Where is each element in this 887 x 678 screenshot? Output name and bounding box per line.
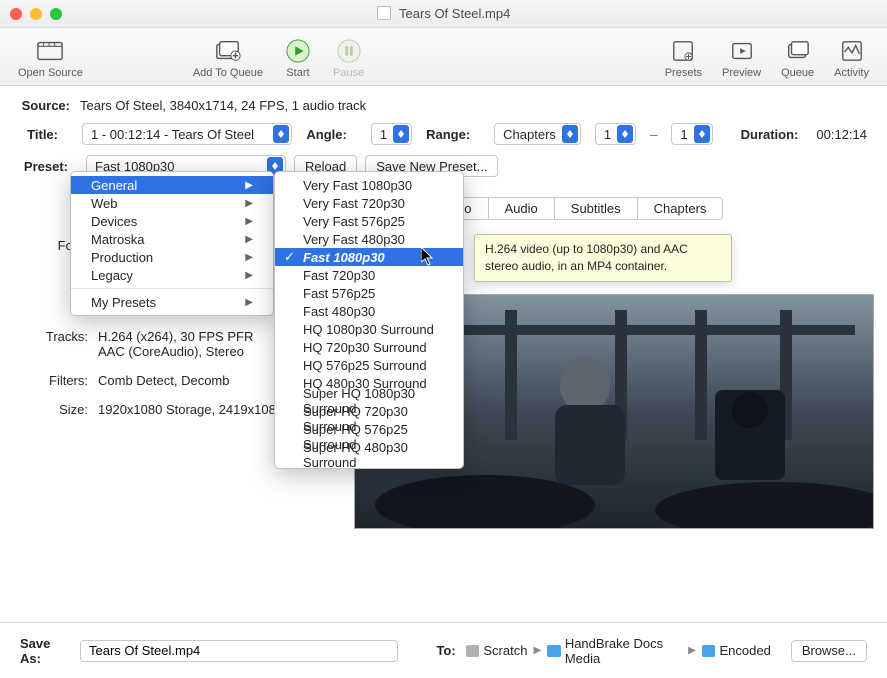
pause-icon <box>334 37 364 65</box>
preset-item[interactable]: Fast 576p25 <box>275 284 463 302</box>
preview-icon <box>727 37 757 65</box>
title-label: Title: <box>20 127 58 142</box>
presets-button[interactable]: Presets <box>655 33 712 81</box>
activity-icon <box>837 37 867 65</box>
destination-path[interactable]: Scratch ▶ HandBrake Docs Media ▶ Encoded <box>466 636 771 666</box>
to-label: To: <box>436 643 455 658</box>
source-label: Source: <box>20 98 70 113</box>
preset-item[interactable]: Very Fast 576p25 <box>275 212 463 230</box>
updown-icon <box>694 125 710 143</box>
angle-label: Angle: <box>306 127 346 142</box>
updown-icon <box>393 125 409 143</box>
chevron-right-icon: ▶ <box>688 645 696 656</box>
preset-item[interactable]: HQ 1080p30 Surround <box>275 320 463 338</box>
tracks-line1: H.264 (x264), 30 FPS PFR <box>98 329 253 344</box>
preset-submenu[interactable]: Very Fast 1080p30 Very Fast 720p30 Very … <box>274 171 464 469</box>
filters-label: Filters: <box>28 373 88 388</box>
preview-button[interactable]: Preview <box>712 33 771 81</box>
menu-item-general[interactable]: General▶ <box>71 176 273 194</box>
preset-tooltip: H.264 video (up to 1080p30) and AAC ster… <box>474 234 732 282</box>
preset-item[interactable]: Very Fast 1080p30 <box>275 176 463 194</box>
saveas-input[interactable] <box>80 640 398 662</box>
toolbar: Open Source Add To Queue Start Pause Pre… <box>0 28 887 86</box>
range-from-select[interactable]: 1 <box>595 123 636 145</box>
menu-item-my-presets[interactable]: My Presets▶ <box>71 293 273 311</box>
range-label: Range: <box>426 127 470 142</box>
title-select[interactable]: 1 - 00:12:14 - Tears Of Steel <box>82 123 292 145</box>
range-type-select[interactable]: Chapters <box>494 123 581 145</box>
preset-item[interactable]: HQ 576p25 Surround <box>275 356 463 374</box>
angle-select[interactable]: 1 <box>371 123 412 145</box>
start-button[interactable]: Start <box>273 33 323 81</box>
chevron-right-icon: ▶ <box>245 297 253 308</box>
chevron-right-icon: ▶ <box>245 180 253 191</box>
queue-button[interactable]: Queue <box>771 33 824 81</box>
duration-value: 00:12:14 <box>816 127 867 142</box>
updown-icon <box>617 125 633 143</box>
dash: – <box>650 127 657 142</box>
window-titlebar: Tears Of Steel.mp4 <box>0 0 887 28</box>
chevron-right-icon: ▶ <box>245 198 253 209</box>
presets-icon <box>668 37 698 65</box>
preset-item[interactable]: Very Fast 720p30 <box>275 194 463 212</box>
updown-icon <box>562 125 578 143</box>
preset-item[interactable]: Fast 480p30 <box>275 302 463 320</box>
saveas-label: Save As: <box>20 636 70 666</box>
play-icon <box>283 37 313 65</box>
queue-icon <box>783 37 813 65</box>
chevron-right-icon: ▶ <box>245 252 253 263</box>
window-title: Tears Of Steel.mp4 <box>0 6 887 21</box>
minimize-window-button[interactable] <box>30 8 42 20</box>
preset-item[interactable]: Very Fast 480p30 <box>275 230 463 248</box>
tracks-label: Tracks: <box>28 329 88 359</box>
add-to-queue-icon <box>213 37 243 65</box>
menu-separator <box>71 288 273 289</box>
chevron-right-icon: ▶ <box>245 270 253 281</box>
duration-label: Duration: <box>741 127 799 142</box>
range-to-select[interactable]: 1 <box>671 123 712 145</box>
source-value: Tears Of Steel, 3840x1714, 24 FPS, 1 aud… <box>80 98 366 113</box>
save-bar: Save As: To: Scratch ▶ HandBrake Docs Me… <box>0 622 887 678</box>
menu-item-legacy[interactable]: Legacy▶ <box>71 266 273 284</box>
chevron-right-icon: ▶ <box>533 645 541 656</box>
folder-icon <box>547 645 561 657</box>
chevron-right-icon: ▶ <box>245 234 253 245</box>
tab-audio[interactable]: Audio <box>489 198 555 219</box>
preset-item-selected[interactable]: Fast 1080p30 <box>275 248 463 266</box>
preset-item[interactable]: HQ 720p30 Surround <box>275 338 463 356</box>
menu-item-matroska[interactable]: Matroska▶ <box>71 230 273 248</box>
open-source-button[interactable]: Open Source <box>8 33 93 81</box>
menu-item-devices[interactable]: Devices▶ <box>71 212 273 230</box>
tracks-line2: AAC (CoreAudio), Stereo <box>98 344 253 359</box>
pause-button: Pause <box>323 33 374 81</box>
preset-category-menu[interactable]: General▶ Web▶ Devices▶ Matroska▶ Product… <box>70 171 274 316</box>
file-icon <box>377 6 391 20</box>
traffic-lights <box>10 8 62 20</box>
folder-icon <box>466 645 480 657</box>
filters-value: Comb Detect, Decomb <box>98 373 230 388</box>
maximize-window-button[interactable] <box>50 8 62 20</box>
tab-chapters[interactable]: Chapters <box>638 198 723 219</box>
updown-icon <box>273 125 289 143</box>
folder-icon <box>702 645 716 657</box>
chevron-right-icon: ▶ <box>245 216 253 227</box>
preset-item[interactable]: Fast 720p30 <box>275 266 463 284</box>
browse-button[interactable]: Browse... <box>791 640 867 662</box>
open-source-icon <box>35 37 65 65</box>
window-title-text: Tears Of Steel.mp4 <box>399 6 510 21</box>
menu-item-production[interactable]: Production▶ <box>71 248 273 266</box>
add-to-queue-button[interactable]: Add To Queue <box>183 33 273 81</box>
close-window-button[interactable] <box>10 8 22 20</box>
preset-item[interactable]: Super HQ 480p30 Surround <box>275 446 463 464</box>
preset-label: Preset: <box>20 159 68 174</box>
tab-subtitles[interactable]: Subtitles <box>555 198 638 219</box>
activity-button[interactable]: Activity <box>824 33 879 81</box>
size-label: Size: <box>28 402 88 417</box>
menu-item-web[interactable]: Web▶ <box>71 194 273 212</box>
